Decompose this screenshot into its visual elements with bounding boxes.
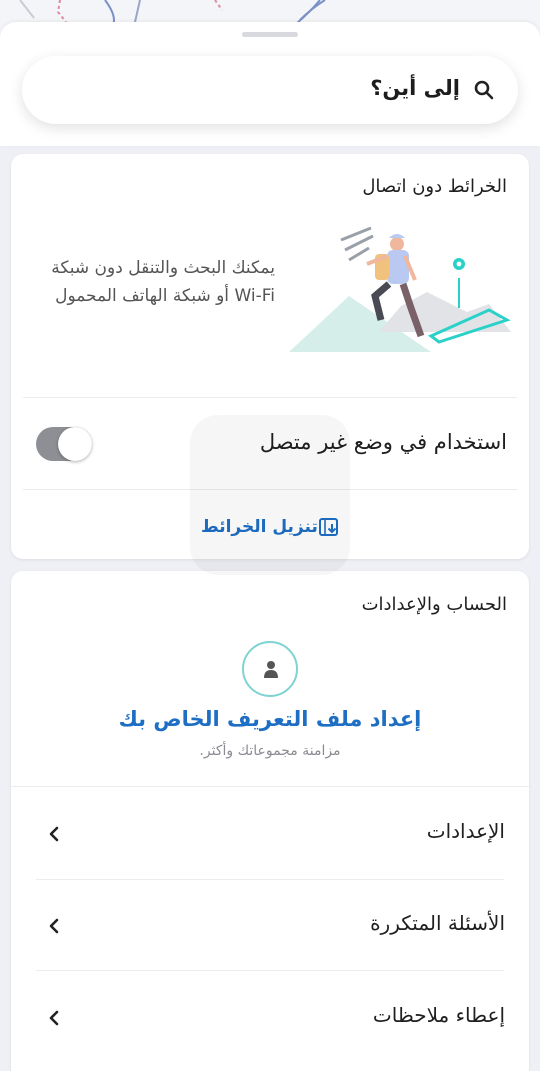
account-settings-title: الحساب والإعدادات <box>361 594 507 615</box>
divider <box>36 879 504 880</box>
chevron-left-icon <box>49 826 59 842</box>
menu-item-label: إعطاء ملاحظات <box>372 1003 505 1027</box>
divider <box>23 397 517 398</box>
menu-item-label: الأسئلة المتكررة <box>370 911 505 935</box>
offline-maps-illustration <box>289 226 511 352</box>
avatar[interactable] <box>242 641 298 697</box>
toggle-knob <box>58 427 92 461</box>
drag-handle[interactable] <box>242 32 298 37</box>
person-icon <box>264 661 278 678</box>
menu-item-settings[interactable]: الإعدادات <box>11 789 529 879</box>
offline-mode-toggle[interactable] <box>36 427 92 461</box>
menu-item-label: الإعدادات <box>426 819 505 843</box>
watermark-logo <box>190 415 350 575</box>
chevron-left-icon <box>49 918 59 934</box>
search-placeholder: إلى أين؟ <box>370 76 460 100</box>
chevron-left-icon <box>49 1010 59 1026</box>
menu-item-feedback[interactable]: إعطاء ملاحظات <box>11 973 529 1063</box>
menu-item-faq[interactable]: الأسئلة المتكررة <box>11 881 529 971</box>
search-input[interactable]: إلى أين؟ <box>22 56 518 124</box>
search-icon <box>474 80 494 100</box>
search-sheet: إلى أين؟ <box>0 22 540 146</box>
divider <box>11 786 529 787</box>
divider <box>36 970 504 971</box>
setup-profile-link[interactable]: إعداد ملف التعريف الخاص بك <box>11 707 529 731</box>
offline-maps-title: الخرائط دون اتصال <box>362 176 507 197</box>
setup-profile-subtitle: مزامنة مجموعاتك وأكثر. <box>199 743 341 759</box>
offline-maps-description: يمكنك البحث والتنقل دون شبكة Wi-Fi أو شب… <box>51 258 275 306</box>
account-settings-card: الحساب والإعدادات إعداد ملف التعريف الخا… <box>11 571 529 1071</box>
